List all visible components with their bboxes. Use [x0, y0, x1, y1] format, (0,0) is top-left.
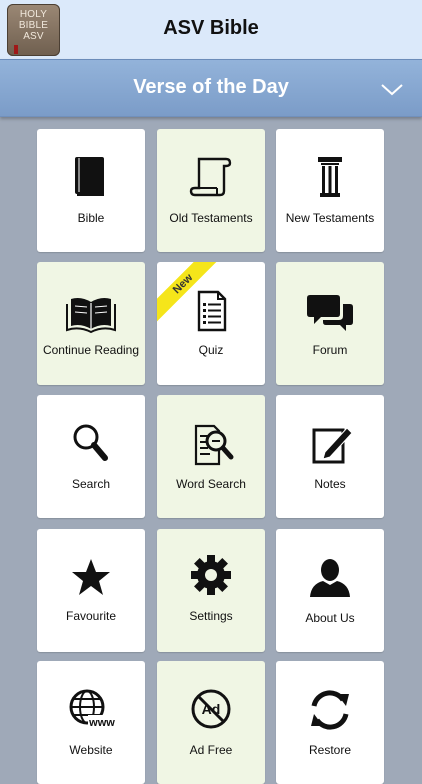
tile-quiz[interactable]: New Quiz	[157, 262, 265, 385]
app-title: ASV Bible	[163, 17, 259, 39]
tile-word-search[interactable]: Word Search	[157, 395, 265, 518]
bookmark-ribbon	[14, 45, 18, 54]
svg-text:www: www	[88, 717, 115, 729]
tile-bible[interactable]: Bible	[37, 129, 145, 252]
tile-label: Settings	[189, 609, 233, 623]
tile-label: Quiz	[198, 343, 224, 357]
tile-label: Forum	[312, 343, 348, 357]
quiz-icon	[197, 290, 227, 332]
tile-ad-free[interactable]: Ad Ad Free	[157, 661, 265, 784]
person-icon	[310, 559, 350, 597]
svg-text:Ad: Ad	[202, 701, 221, 717]
app-header: HOLY BIBLE ASV ASV Bible	[0, 0, 422, 59]
tile-label: New Testaments	[285, 211, 375, 225]
note-edit-icon	[312, 427, 353, 464]
tile-label: Notes	[314, 477, 346, 491]
tile-label: Word Search	[176, 477, 246, 491]
chat-bubbles-icon	[307, 295, 353, 331]
tile-new-testaments[interactable]: New Testaments	[276, 129, 384, 252]
tile-label: Old Testaments	[169, 211, 253, 225]
magnifier-icon	[73, 424, 108, 461]
tile-about-us[interactable]: About Us	[276, 529, 384, 652]
tile-website[interactable]: www Website	[37, 661, 145, 784]
star-icon	[72, 559, 110, 595]
gear-icon	[191, 555, 231, 595]
tile-forum[interactable]: Forum	[276, 262, 384, 385]
tile-label: Restore	[308, 743, 352, 757]
document-search-icon	[194, 424, 234, 466]
tile-restore[interactable]: Restore	[276, 661, 384, 784]
tile-label: About Us	[305, 611, 355, 625]
banner-title: Verse of the Day	[133, 76, 289, 98]
restore-icon	[311, 690, 349, 730]
tile-label: Favourite	[65, 609, 117, 623]
tile-old-testaments[interactable]: Old Testaments	[157, 129, 265, 252]
globe-www-icon: www	[69, 689, 116, 729]
tile-settings[interactable]: Settings	[157, 529, 265, 652]
scroll-icon	[189, 157, 232, 197]
tile-label: Ad Free	[189, 743, 233, 757]
tile-favourite[interactable]: Favourite	[37, 529, 145, 652]
tile-label: Bible	[77, 211, 105, 225]
verse-of-the-day-banner[interactable]: Verse of the Day	[0, 59, 422, 117]
book-icon	[75, 157, 104, 196]
tile-notes[interactable]: Notes	[276, 395, 384, 518]
tile-continue-reading[interactable]: Continue Reading	[37, 262, 145, 385]
chevron-down-icon[interactable]	[380, 80, 404, 98]
tile-label: Website	[69, 743, 113, 757]
column-icon	[318, 157, 342, 197]
tile-label: Search	[71, 477, 111, 491]
tile-search[interactable]: Search	[37, 395, 145, 518]
tile-label: Continue Reading	[42, 343, 140, 357]
no-ads-icon: Ad	[191, 689, 231, 729]
open-book-icon	[66, 298, 116, 334]
